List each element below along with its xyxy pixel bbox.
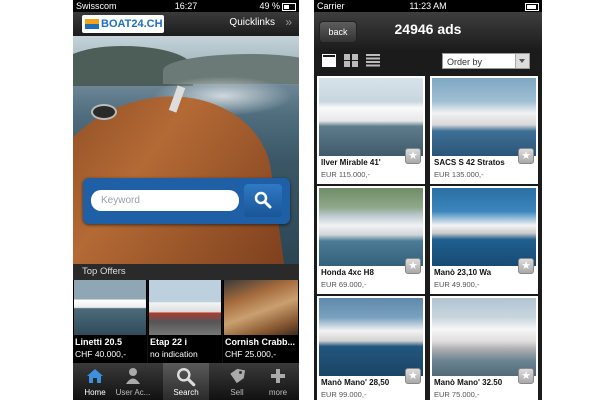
battery-percent: 49 % <box>259 1 280 11</box>
tab-label: User Ac... <box>115 388 151 397</box>
offer-price: no indication <box>150 349 198 359</box>
ad-card[interactable]: Honda 4xc H8 EUR 69.000,- ★ <box>317 186 425 294</box>
tab-label: Sell <box>230 388 244 397</box>
ad-card[interactable]: SACS S 42 Stratos EUR 135.000,- ★ <box>430 76 538 184</box>
list-view-icon[interactable] <box>322 54 336 67</box>
ad-boat-image <box>319 298 423 376</box>
ad-price: EUR 75.000,- <box>434 390 480 399</box>
favorite-star-icon[interactable]: ★ <box>405 368 421 384</box>
tab-label: Search <box>173 388 199 397</box>
tab-label: Home <box>84 388 106 397</box>
home-icon <box>87 369 103 383</box>
offer-boat-image <box>224 280 298 335</box>
top-offer-item[interactable]: Cornish Crabb... CHF 25.000,- <box>223 280 299 363</box>
tab-home[interactable]: Home <box>76 363 114 400</box>
ad-boat-image <box>319 188 423 266</box>
deck-hatch <box>91 104 117 120</box>
favorite-star-icon[interactable]: ★ <box>518 368 534 384</box>
ad-boat-image <box>432 188 536 266</box>
ad-title: SACS S 42 Stratos <box>434 158 505 167</box>
battery-icon <box>282 2 296 11</box>
favorite-star-icon[interactable]: ★ <box>518 148 534 164</box>
search-button[interactable] <box>244 184 282 217</box>
ad-title: Manò Mano' 32.50 <box>434 378 503 387</box>
offer-name: Etap 22 i <box>150 337 188 347</box>
offer-name: Linetti 20.5 <box>75 337 123 347</box>
app-header: BOAT24.CH Quicklinks » <box>73 12 299 36</box>
order-by-label: Order by <box>447 57 483 67</box>
offer-price: CHF 25.000,- <box>225 349 277 359</box>
tab-sell[interactable]: Sell <box>218 363 256 400</box>
favorite-star-icon[interactable]: ★ <box>405 148 421 164</box>
grid-view-icon[interactable] <box>344 54 358 67</box>
top-offer-item[interactable]: Linetti 20.5 CHF 40.000,- <box>73 280 147 363</box>
tab-user-account[interactable]: User Ac... <box>114 363 152 400</box>
ad-boat-image <box>319 78 423 156</box>
battery-indicator: 49 % <box>259 0 296 12</box>
tab-label: more <box>268 388 288 397</box>
battery-icon <box>525 2 539 11</box>
status-bar: Carrier 11:23 AM <box>314 0 542 12</box>
tag-icon <box>230 368 246 384</box>
ad-boat-image <box>432 298 536 376</box>
logo-text: BOAT24.CH <box>101 18 163 30</box>
keyword-search-input[interactable] <box>91 190 239 211</box>
chevron-right-icon[interactable]: » <box>285 15 292 29</box>
search-icon <box>177 368 196 387</box>
top-offers-heading: Top Offers <box>73 264 299 280</box>
ad-price: EUR 135.000,- <box>434 170 484 179</box>
order-by-select[interactable]: Order by <box>442 53 530 69</box>
results-header: back 24946 ads <box>314 12 542 50</box>
battery-indicator <box>523 0 539 12</box>
offer-name: Cornish Crabb... <box>225 337 296 347</box>
chevron-down-icon <box>515 54 529 68</box>
user-icon <box>126 368 140 384</box>
top-offer-item[interactable]: Etap 22 i no indication <box>148 280 222 363</box>
ad-title: Manò 23,10 Wa <box>434 268 492 277</box>
boat24-home-screen: Swisscom 16:27 49 % BOAT24.CH Quicklinks… <box>73 0 299 400</box>
view-toolbar: Order by <box>314 50 542 72</box>
compact-list-icon[interactable] <box>366 54 380 67</box>
plus-icon <box>271 369 285 383</box>
tab-bar: Home User Ac... Search Sell more <box>73 363 299 400</box>
status-bar: Swisscom 16:27 49 % <box>73 0 299 12</box>
status-time: 11:23 AM <box>409 1 447 11</box>
offer-boat-image <box>149 280 221 335</box>
top-offers-list: Linetti 20.5 CHF 40.000,- Etap 22 i no i… <box>73 280 299 363</box>
hero-boat-image <box>73 36 299 264</box>
ad-card[interactable]: Manò 23,10 Wa EUR 49.900,- ★ <box>430 186 538 294</box>
ad-price: EUR 115.000,- <box>321 170 371 179</box>
ad-price: EUR 99.000,- <box>321 390 367 399</box>
ad-boat-image <box>432 78 536 156</box>
boat24-results-screen: Carrier 11:23 AM back 24946 ads Order by… <box>314 0 542 400</box>
ad-title: llver Mirable 41' <box>321 158 381 167</box>
boat24-logo[interactable]: BOAT24.CH <box>82 15 164 33</box>
search-icon <box>254 191 272 209</box>
ads-count-title: 24946 ads <box>394 21 462 37</box>
offer-price: CHF 40.000,- <box>75 349 127 359</box>
ad-price: EUR 49.900,- <box>434 280 480 289</box>
favorite-star-icon[interactable]: ★ <box>518 258 534 274</box>
ad-title: Honda 4xc H8 <box>321 268 374 277</box>
ad-card[interactable]: Manò Mano' 32.50 EUR 75.000,- ★ <box>430 296 538 400</box>
logo-mark-icon <box>85 19 99 29</box>
ad-card[interactable]: llver Mirable 41' EUR 115.000,- ★ <box>317 76 425 184</box>
offer-boat-image <box>74 280 146 335</box>
tab-more[interactable]: more <box>259 363 297 400</box>
search-panel <box>83 178 290 224</box>
favorite-star-icon[interactable]: ★ <box>405 258 421 274</box>
ad-title: Manò Mano' 28,50 <box>321 378 390 387</box>
tab-search[interactable]: Search <box>163 363 209 400</box>
ad-price: EUR 69.000,- <box>321 280 367 289</box>
ad-card[interactable]: Manò Mano' 28,50 EUR 99.000,- ★ <box>317 296 425 400</box>
quicklinks-button[interactable]: Quicklinks <box>229 17 275 28</box>
